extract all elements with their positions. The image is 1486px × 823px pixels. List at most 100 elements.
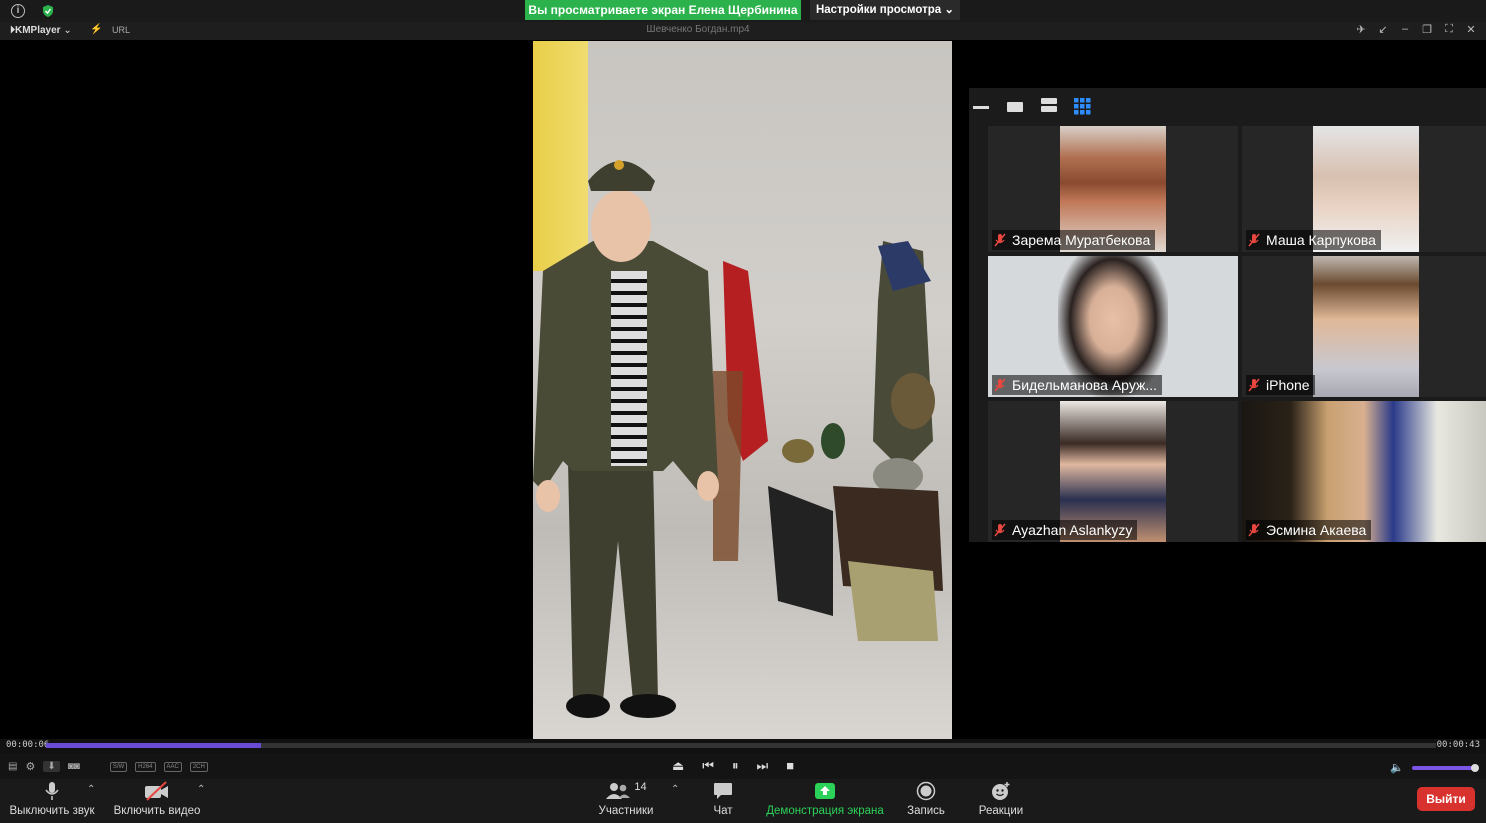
vr-icon[interactable]: ◙◙ xyxy=(68,761,80,772)
playback-controls: ⏏ ⏮ ⏸ ⏭ ■ xyxy=(672,758,794,774)
participant-name-tag: Эсмина Акаева xyxy=(1246,520,1372,540)
video-frame xyxy=(533,41,952,739)
share-screen-icon xyxy=(815,783,835,799)
start-video-button[interactable]: Включить видео xyxy=(112,779,202,823)
participant-tile[interactable]: Эсмина Акаева xyxy=(1242,401,1486,542)
speaker-icon[interactable]: 🔈 xyxy=(1390,761,1404,774)
participants-button[interactable]: 14 Участники xyxy=(592,779,660,823)
chevron-down-icon: ⌄ xyxy=(944,4,955,16)
participants-icon xyxy=(606,783,631,799)
participant-video xyxy=(1313,256,1419,397)
video-filename: Шевченко Богдан.mp4 xyxy=(646,24,750,35)
participant-name-tag: Зарема Муратбекова xyxy=(992,230,1156,250)
reactions-label: Реакции xyxy=(978,805,1024,817)
mute-button[interactable]: Выключить звук xyxy=(8,779,96,823)
fullscreen-icon[interactable]: ⛶ xyxy=(1444,23,1454,36)
mic-muted-icon xyxy=(994,523,1006,537)
seek-progress xyxy=(46,743,262,748)
chevron-up-icon[interactable]: ⌃ xyxy=(87,784,95,795)
participant-tile[interactable]: Ayazhan Aslankyzy xyxy=(988,401,1238,542)
participant-name: Зарема Муратбекова xyxy=(1012,232,1151,248)
capture-icon[interactable]: ⬇ xyxy=(43,761,60,772)
minimize-video-icon[interactable] xyxy=(973,106,989,110)
participant-name-tag: iPhone xyxy=(1246,375,1315,395)
participant-name: Бидельманова Аруж... xyxy=(1012,377,1158,393)
volume-slider[interactable] xyxy=(1412,763,1479,772)
mic-muted-icon xyxy=(994,233,1006,247)
kmplayer-title-bar: ⏵KMPlayer ⌄ ⚡ URL Шевченко Богдан.mp4 ✈ … xyxy=(0,22,1486,40)
reactions-icon xyxy=(992,782,1010,800)
participants-label: Участники xyxy=(598,805,654,817)
view-settings-dropdown[interactable]: Настройки просмотра ⌄ xyxy=(810,0,960,20)
record-button[interactable]: Запись xyxy=(902,779,950,823)
video-content-illustration xyxy=(533,160,943,718)
settings-icon[interactable]: ⚙ xyxy=(25,760,35,773)
microphone-icon xyxy=(45,782,59,800)
participant-name: Эсмина Акаева xyxy=(1266,522,1367,538)
participants-count: 14 xyxy=(634,781,647,793)
shield-icon[interactable] xyxy=(41,4,55,18)
mic-muted-icon xyxy=(994,378,1006,392)
info-icon[interactable]: i xyxy=(11,4,25,18)
view-settings-label: Настройки просмотра xyxy=(815,4,942,16)
leave-button[interactable]: Выйти xyxy=(1417,787,1475,811)
minimize-icon[interactable]: – xyxy=(1400,23,1410,36)
participant-name-tag: Ayazhan Aslankyzy xyxy=(992,520,1138,540)
stop-icon[interactable]: ■ xyxy=(786,758,794,774)
participant-name: iPhone xyxy=(1266,377,1310,393)
zoom-top-bar: i Вы просматриваете экран Елена Щербинин… xyxy=(0,0,1486,22)
time-total: 00:00:43 xyxy=(1436,740,1480,750)
strip-view-icon[interactable] xyxy=(1041,98,1057,112)
eject-icon[interactable]: ⏏ xyxy=(672,758,684,774)
zoom-toolbar: Выключить звук ⌃ Включить видео ⌃ 14 Уча… xyxy=(0,779,1486,823)
video-off-icon xyxy=(145,781,168,801)
participant-gallery: Зарема Муратбекова Маша Карпукова Бидель… xyxy=(969,88,1486,542)
mute-label: Выключить звук xyxy=(9,805,95,817)
close-icon[interactable]: ✕ xyxy=(1466,23,1476,36)
mic-muted-icon xyxy=(1248,233,1260,247)
minimize-to-mini-icon[interactable]: ↙ xyxy=(1378,23,1388,36)
codec-badge[interactable]: H264 xyxy=(135,761,156,772)
next-icon[interactable]: ⏭ xyxy=(757,758,769,774)
volume-control: 🔈 xyxy=(1390,761,1479,774)
restore-icon[interactable]: ❐ xyxy=(1422,23,1432,36)
participant-name-tag: Бидельманова Аруж... xyxy=(992,375,1163,395)
chevron-up-icon[interactable]: ⌃ xyxy=(197,784,205,795)
participant-tile[interactable]: Зарема Муратбекова xyxy=(988,126,1238,252)
pin-icon[interactable]: ✈ xyxy=(1356,23,1366,36)
chevron-up-icon[interactable]: ⌃ xyxy=(671,784,679,795)
participant-tile[interactable]: iPhone xyxy=(1242,256,1486,397)
participant-name: Маша Карпукова xyxy=(1266,232,1376,248)
kmplayer-controls: ▤ ⚙ ⬇ ◙◙ S/W H264 AAC 2CH ⏏ ⏮ ⏸ ⏭ ■ 🔈 xyxy=(0,753,1486,779)
seek-slider[interactable] xyxy=(46,743,1436,748)
kmplayer-left-controls: ▤ ⚙ ⬇ ◙◙ S/W H264 AAC 2CH xyxy=(8,760,208,773)
playlist-icon[interactable]: ▤ xyxy=(8,761,17,772)
codec-badge[interactable]: AAC xyxy=(163,761,182,772)
kmplayer-seek-bar: 00:00:06 00:00:43 xyxy=(0,739,1486,753)
speaker-view-icon[interactable] xyxy=(1007,102,1023,112)
share-label: Демонстрация экрана xyxy=(766,805,884,817)
codec-badge[interactable]: S/W xyxy=(109,761,128,772)
record-icon xyxy=(916,781,936,801)
gallery-view-icon[interactable] xyxy=(1074,98,1091,115)
chat-label: Чат xyxy=(713,805,733,817)
chat-button[interactable]: Чат xyxy=(703,779,743,823)
participant-tile[interactable]: Бидельманова Аруж... xyxy=(988,256,1238,397)
reactions-button[interactable]: Реакции xyxy=(974,779,1028,823)
previous-icon[interactable]: ⏮ xyxy=(702,758,714,774)
share-screen-button[interactable]: Демонстрация экрана xyxy=(766,779,884,823)
volume-knob[interactable] xyxy=(1471,763,1479,772)
window-controls: ✈ ↙ – ❐ ⛶ ✕ xyxy=(1356,23,1476,36)
mic-muted-icon xyxy=(1248,523,1260,537)
record-label: Запись xyxy=(907,805,945,817)
participant-tile[interactable]: Маша Карпукова xyxy=(1242,126,1486,252)
video-label: Включить видео xyxy=(113,805,201,817)
screen-share-banner: Вы просматриваете экран Елена Щербинина xyxy=(525,0,801,20)
time-elapsed: 00:00:06 xyxy=(6,740,50,750)
gallery-toolbar xyxy=(969,88,1486,124)
pause-icon[interactable]: ⏸ xyxy=(732,758,739,774)
participant-name: Ayazhan Aslankyzy xyxy=(1012,522,1133,538)
participant-name-tag: Маша Карпукова xyxy=(1246,230,1381,250)
codec-badge[interactable]: 2CH xyxy=(189,761,208,772)
chat-icon xyxy=(714,783,732,799)
